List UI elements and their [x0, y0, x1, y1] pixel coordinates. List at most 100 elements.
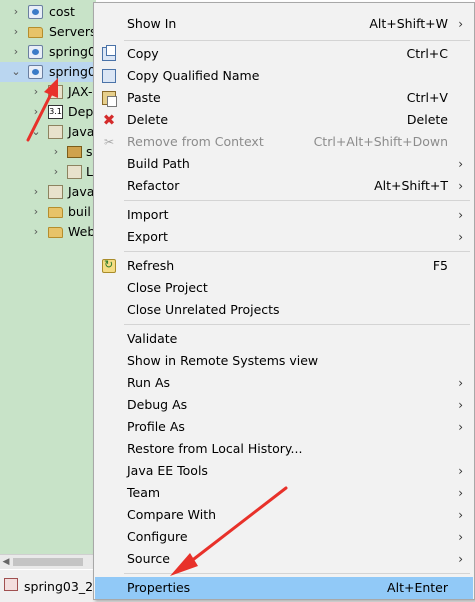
- tree-item-label: buil: [68, 204, 91, 219]
- menu-item-label: Validate: [127, 331, 178, 346]
- expand-arrow-icon[interactable]: ›: [11, 45, 21, 59]
- menu-item-label: Paste: [127, 90, 161, 105]
- expand-arrow-icon[interactable]: ›: [11, 25, 21, 39]
- menu-item-copy-qualified-name[interactable]: Copy Qualified Name: [95, 65, 473, 87]
- folder-icon: [28, 27, 43, 38]
- menu-item-label: Compare With: [127, 507, 217, 522]
- menu-item-validate[interactable]: Validate: [95, 328, 473, 350]
- expand-arrow-icon[interactable]: ›: [51, 145, 61, 159]
- menu-item-shortcut: Alt+Enter: [387, 580, 448, 595]
- copy-qualified-name-icon: [102, 69, 116, 83]
- tree-item-servers[interactable]: › Servers: [0, 22, 96, 42]
- menu-item-shortcut: F5: [432, 258, 448, 273]
- submenu-arrow-icon: ›: [458, 179, 463, 193]
- menu-item-label: Show In: [127, 16, 177, 31]
- submenu-arrow-icon: ›: [458, 376, 463, 390]
- menu-item-refresh[interactable]: Refresh F5: [95, 255, 473, 277]
- menu-item-configure[interactable]: Configure ›: [95, 526, 473, 548]
- tree-item-java-resources[interactable]: ⌄ Java: [0, 122, 96, 142]
- menu-item-refactor[interactable]: Refactor Alt+Shift+T ›: [95, 175, 473, 197]
- menu-item-remove-from-context[interactable]: ✂ Remove from Context Ctrl+Alt+Shift+Dow…: [95, 131, 473, 153]
- expand-arrow-icon[interactable]: ›: [11, 5, 21, 19]
- project-status-icon: [4, 578, 18, 591]
- collapse-arrow-icon[interactable]: ⌄: [31, 125, 41, 139]
- submenu-arrow-icon: ›: [458, 17, 463, 31]
- menu-item-close-project[interactable]: Close Project: [95, 277, 473, 299]
- menu-item-label: Copy Qualified Name: [127, 68, 260, 83]
- library-icon: [67, 165, 82, 179]
- menu-item-java-ee-tools[interactable]: Java EE Tools ›: [95, 460, 473, 482]
- project-explorer-tree: › cost › Servers › spring0 ⌄ spring0 › J…: [0, 0, 96, 554]
- menu-item-close-unrelated-projects[interactable]: Close Unrelated Projects: [95, 299, 473, 321]
- tree-item-cost[interactable]: › cost: [0, 2, 96, 22]
- java-resources-icon: [48, 125, 63, 139]
- menu-item-profile-as[interactable]: Profile As ›: [95, 416, 473, 438]
- submenu-arrow-icon: ›: [458, 420, 463, 434]
- expand-arrow-icon[interactable]: ›: [31, 205, 41, 219]
- tree-item-deployment[interactable]: › 3.1 Dep: [0, 102, 96, 122]
- scrollbar-thumb[interactable]: [13, 558, 83, 566]
- tree-item-label: spring0: [49, 64, 96, 79]
- menu-item-show-in[interactable]: Show In Alt+Shift+W ›: [95, 13, 473, 35]
- menu-item-label: Team: [127, 485, 161, 500]
- expand-arrow-icon[interactable]: ›: [51, 165, 61, 179]
- context-menu: Show In Alt+Shift+W › Copy Ctrl+C Copy Q…: [93, 2, 475, 600]
- menu-item-label: Close Unrelated Projects: [127, 302, 280, 317]
- menu-item-label: Export: [127, 229, 168, 244]
- project-icon: [28, 5, 43, 19]
- expand-arrow-icon[interactable]: ›: [31, 185, 41, 199]
- package-folder-icon: [67, 146, 82, 158]
- menu-item-team[interactable]: Team ›: [95, 482, 473, 504]
- scroll-left-icon[interactable]: ◀: [0, 555, 12, 569]
- paste-icon: [102, 91, 117, 107]
- submenu-arrow-icon: ›: [458, 398, 463, 412]
- menu-item-properties[interactable]: Properties Alt+Enter: [95, 577, 473, 599]
- collapse-arrow-icon[interactable]: ⌄: [11, 65, 21, 79]
- expand-arrow-icon[interactable]: ›: [31, 105, 41, 119]
- tree-item-libraries[interactable]: › L: [0, 162, 96, 182]
- menu-item-delete[interactable]: ✖ Delete Delete: [95, 109, 473, 131]
- menu-item-import[interactable]: Import ›: [95, 204, 473, 226]
- menu-item-label: Close Project: [127, 280, 208, 295]
- menu-item-run-as[interactable]: Run As ›: [95, 372, 473, 394]
- menu-item-copy[interactable]: Copy Ctrl+C: [95, 43, 473, 65]
- expand-arrow-icon[interactable]: ›: [31, 85, 41, 99]
- tree-item-spring-project-selected[interactable]: ⌄ spring0: [0, 62, 96, 82]
- menu-separator: [124, 573, 470, 574]
- menu-item-source[interactable]: Source ›: [95, 548, 473, 570]
- tree-item-build[interactable]: › buil: [0, 202, 96, 222]
- menu-item-label: Build Path: [127, 156, 190, 171]
- submenu-arrow-icon: ›: [458, 464, 463, 478]
- tree-item-javascript[interactable]: › Java: [0, 182, 96, 202]
- tree-item-src[interactable]: › s: [0, 142, 96, 162]
- tree-item-label: cost: [49, 4, 75, 19]
- menu-item-shortcut: Ctrl+Alt+Shift+Down: [313, 134, 448, 149]
- menu-item-label: Delete: [127, 112, 169, 127]
- menu-item-label: Import: [127, 207, 169, 222]
- submenu-arrow-icon: ›: [458, 530, 463, 544]
- menu-item-label: Restore from Local History...: [127, 441, 303, 456]
- menu-item-debug-as[interactable]: Debug As ›: [95, 394, 473, 416]
- folder-icon: [48, 207, 63, 218]
- submenu-arrow-icon: ›: [458, 508, 463, 522]
- menu-item-show-in-remote-systems[interactable]: Show in Remote Systems view: [95, 350, 473, 372]
- tree-item-jax[interactable]: › JAX-: [0, 82, 96, 102]
- menu-item-label: Debug As: [127, 397, 188, 412]
- horizontal-scrollbar[interactable]: ◀: [0, 554, 96, 569]
- menu-item-restore-from-local-history[interactable]: Restore from Local History...: [95, 438, 473, 460]
- expand-arrow-icon[interactable]: ›: [31, 225, 41, 239]
- menu-item-compare-with[interactable]: Compare With ›: [95, 504, 473, 526]
- menu-item-label: Configure: [127, 529, 188, 544]
- menu-item-label: Properties: [127, 580, 191, 595]
- tree-item-label: spring0: [49, 44, 96, 59]
- menu-item-label: Source: [127, 551, 170, 566]
- menu-separator: [124, 324, 470, 325]
- menu-item-label: Show in Remote Systems view: [127, 353, 319, 368]
- menu-item-export[interactable]: Export ›: [95, 226, 473, 248]
- menu-item-paste[interactable]: Paste Ctrl+V: [95, 87, 473, 109]
- menu-item-shortcut: Ctrl+C: [406, 46, 448, 61]
- submenu-arrow-icon: ›: [458, 208, 463, 222]
- menu-item-build-path[interactable]: Build Path ›: [95, 153, 473, 175]
- tree-item-spring-project[interactable]: › spring0: [0, 42, 96, 62]
- tree-item-webcontent[interactable]: › Web: [0, 222, 96, 242]
